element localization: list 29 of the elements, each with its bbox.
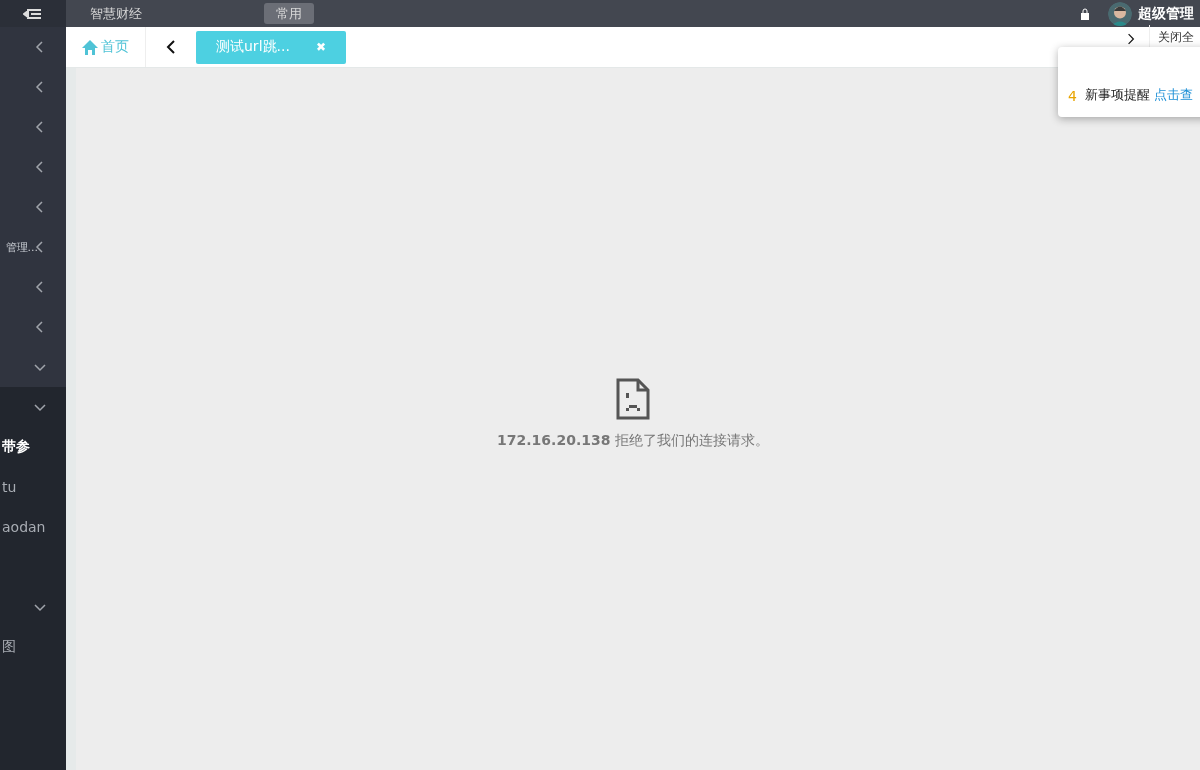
chevron-icon[interactable] [34, 201, 46, 213]
nav-tab[interactable]: 常用 [264, 3, 314, 24]
notice-count: 4 [1068, 88, 1077, 104]
submenu-item[interactable]: 带参 [2, 438, 30, 456]
close-all-button[interactable]: 关闭全 [1158, 29, 1194, 46]
menu-icon[interactable] [23, 7, 43, 20]
chevron-icon[interactable] [34, 121, 46, 133]
user-name[interactable]: 超级管理 [1138, 4, 1194, 23]
chevron-icon[interactable] [34, 281, 46, 293]
sad-file-icon [616, 378, 650, 420]
chevron-icon[interactable] [34, 361, 46, 373]
home-icon [82, 39, 98, 55]
submenu-item[interactable]: aodan [2, 519, 46, 535]
lock-icon[interactable] [1080, 7, 1090, 20]
chevron-left-icon[interactable] [166, 40, 176, 54]
notice-text: 新事项提醒 [1084, 86, 1150, 104]
submenu-item[interactable]: tu [2, 479, 17, 495]
error-message: 172.16.20.138 拒绝了我们的连接请求。 [497, 432, 769, 450]
chevron-icon[interactable] [34, 81, 46, 93]
chevron-right-icon[interactable] [1127, 33, 1135, 45]
submenu-item[interactable]: 图 [2, 638, 16, 656]
notice-link[interactable]: 点击查 [1153, 86, 1193, 104]
chevron-icon[interactable] [34, 41, 46, 53]
chevron-icon[interactable] [34, 321, 46, 333]
nav-tab[interactable]: 智慧财经 [78, 3, 154, 24]
chevron-icon[interactable] [34, 601, 46, 613]
sidebar-item[interactable]: 管理... [5, 239, 38, 255]
chevron-icon[interactable] [34, 401, 46, 413]
chevron-icon[interactable] [34, 161, 46, 173]
